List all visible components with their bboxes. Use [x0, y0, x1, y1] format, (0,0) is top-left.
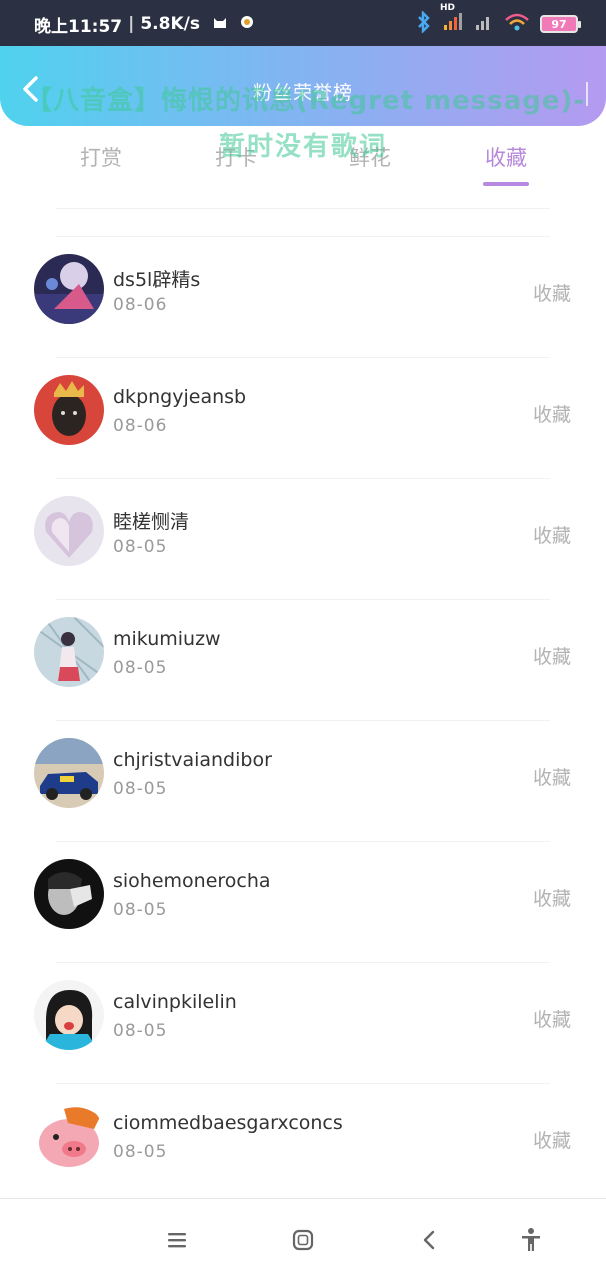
tab-favorites[interactable]: 收藏	[456, 142, 556, 172]
hd-label: HD	[440, 3, 456, 13]
status-bar: 晚上11:57 | 5.8K/s HD 97	[0, 0, 606, 48]
signal-icon: HD	[440, 3, 464, 35]
avatar	[34, 1101, 104, 1171]
fan-name: siohemonerocha	[113, 870, 271, 892]
list-item[interactable]: calvinpkilelin 08-05 收藏	[34, 962, 571, 1083]
avatar	[34, 859, 104, 929]
page-title: 粉丝荣誉榜	[252, 82, 353, 104]
avatar	[34, 254, 104, 324]
tab-flowers[interactable]: 鲜花	[320, 142, 420, 172]
fan-name: chjristvaiandibor	[113, 749, 272, 771]
system-nav-bar	[0, 1198, 606, 1280]
wifi-icon	[504, 12, 530, 36]
bluetooth-icon	[416, 9, 432, 37]
cat-icon	[212, 15, 228, 33]
status-speed: 5.8K/s	[140, 14, 200, 34]
list-item[interactable]: chjristvaiandibor 08-05 收藏	[34, 720, 571, 841]
fan-action-label: 收藏	[533, 283, 572, 305]
app-screen: 晚上11:57 | 5.8K/s HD 97 粉丝荣誉榜 打赏 打卡 鲜花 收藏…	[0, 0, 606, 1280]
avatar	[34, 980, 104, 1050]
fan-action-label: 收藏	[533, 404, 572, 426]
list-item[interactable]: dkpngyjeansb 08-06 收藏	[34, 357, 571, 478]
header-divider	[586, 82, 588, 106]
fan-list: ds5l辟精s 08-06 收藏 dkpngyjeansb 08-06 收藏 睦…	[0, 236, 606, 1204]
fan-date: 08-05	[113, 1021, 168, 1041]
battery-level: 97	[551, 17, 567, 31]
tab-divider	[56, 208, 550, 209]
list-item[interactable]: mikumiuzw 08-05 收藏	[34, 599, 571, 720]
status-time: 晚上11:57	[34, 16, 123, 37]
battery-icon: 97	[540, 15, 581, 33]
fan-action-label: 收藏	[533, 525, 572, 547]
fan-name: ds5l辟精s	[113, 269, 201, 291]
fan-action-label: 收藏	[533, 1130, 572, 1152]
fan-name: mikumiuzw	[113, 628, 221, 650]
fan-date: 08-05	[113, 1142, 168, 1162]
tab-checkin[interactable]: 打卡	[186, 142, 286, 172]
status-separator: |	[128, 14, 135, 34]
list-item[interactable]: ds5l辟精s 08-06 收藏	[34, 236, 571, 357]
avatar	[34, 375, 104, 445]
fan-date: 08-06	[113, 295, 168, 315]
status-right: HD 97	[416, 3, 581, 37]
fan-date: 08-06	[113, 416, 168, 436]
menu-icon[interactable]	[162, 1225, 192, 1255]
avatar	[34, 617, 104, 687]
list-item[interactable]: 睦槎恻清 08-05 收藏	[34, 478, 571, 599]
fan-action-label: 收藏	[533, 646, 572, 668]
accessibility-icon[interactable]	[516, 1225, 546, 1255]
signal-icon-secondary	[474, 13, 494, 35]
active-tab-indicator	[483, 182, 529, 186]
fan-date: 08-05	[113, 900, 168, 920]
avatar	[34, 496, 104, 566]
fan-action-label: 收藏	[533, 1009, 572, 1031]
fan-name: calvinpkilelin	[113, 991, 237, 1013]
fan-action-label: 收藏	[533, 888, 572, 910]
fan-name: 睦槎恻清	[113, 511, 190, 533]
status-left: 晚上11:57 | 5.8K/s	[34, 12, 254, 37]
tab-reward[interactable]: 打赏	[51, 142, 151, 172]
list-item[interactable]: ciommedbaesgarxconcs 08-05 收藏	[34, 1083, 571, 1204]
home-icon[interactable]	[288, 1225, 318, 1255]
back-nav-icon[interactable]	[414, 1225, 444, 1255]
fan-name: ciommedbaesgarxconcs	[113, 1112, 343, 1134]
header-bar: 粉丝荣誉榜	[0, 46, 606, 126]
fan-date: 08-05	[113, 779, 168, 799]
fan-action-label: 收藏	[533, 767, 572, 789]
fan-date: 08-05	[113, 658, 168, 678]
fan-date: 08-05	[113, 537, 168, 557]
list-item[interactable]: siohemonerocha 08-05 收藏	[34, 841, 571, 962]
fan-name: dkpngyjeansb	[113, 386, 247, 408]
avatar	[34, 738, 104, 808]
app-notification-icon	[240, 15, 254, 33]
